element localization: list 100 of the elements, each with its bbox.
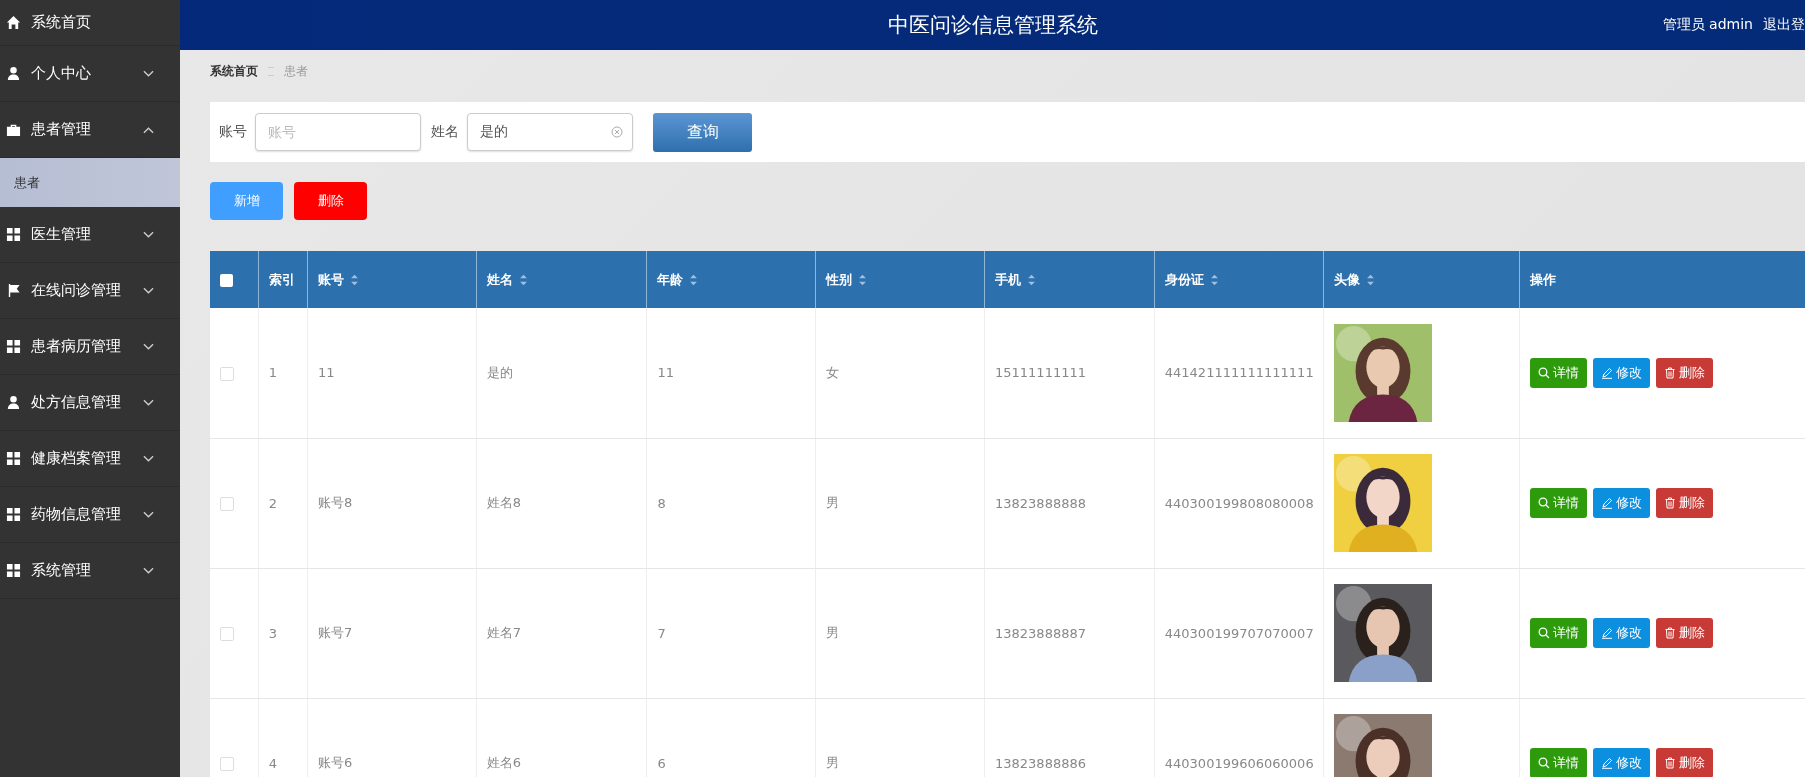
input-field[interactable]: 是的 — [467, 113, 633, 151]
delete-button[interactable]: 删除 — [1656, 488, 1714, 518]
grid-icon — [6, 563, 21, 578]
table-cell: 1 — [258, 308, 308, 438]
table-cell: 4 — [258, 698, 308, 777]
table-cell: 441421111111111111 — [1154, 308, 1324, 438]
column-header: 索引 — [258, 251, 308, 308]
sort-icon[interactable] — [1365, 273, 1375, 286]
search-icon — [1538, 366, 1551, 379]
select-all-checkbox[interactable] — [220, 274, 233, 287]
sort-icon[interactable] — [1209, 273, 1219, 286]
table-cell: 13823888887 — [984, 568, 1155, 698]
delete-button[interactable]: 删除 — [1656, 618, 1714, 648]
caret-down-icon — [143, 230, 154, 239]
sort-icon[interactable] — [858, 273, 868, 286]
flag-icon — [6, 283, 21, 298]
app-title: 中医问诊信息管理系统 — [886, 12, 1099, 39]
table-cell: 15111111111 — [984, 308, 1155, 438]
column-header: 操作 — [1519, 251, 1805, 308]
delete-button[interactable]: 删除 — [294, 182, 367, 220]
table-cell: 11 — [647, 308, 816, 438]
table-cell: 2 — [258, 438, 308, 568]
table-cell: 13823888888 — [984, 438, 1155, 568]
user-icon — [6, 395, 21, 410]
column-header[interactable]: 性别 — [815, 251, 985, 308]
caret-down-icon — [143, 398, 154, 407]
sidebar-subitem[interactable]: 患者 — [0, 158, 180, 207]
trash-icon — [1664, 627, 1677, 639]
column-header[interactable]: 年龄 — [647, 251, 816, 308]
search-icon — [1538, 627, 1551, 639]
table-cell: 11 — [307, 308, 477, 438]
caret-down-icon — [143, 69, 154, 78]
edit-button[interactable]: 修改 — [1593, 748, 1651, 777]
details-button[interactable]: 详情 — [1530, 618, 1588, 648]
sort-icon[interactable] — [1027, 273, 1036, 286]
details-button[interactable]: 详情 — [1530, 357, 1588, 388]
sort-icon[interactable] — [518, 273, 528, 286]
details-button[interactable]: 详情 — [1530, 748, 1588, 777]
table-cell: 姓名6 — [476, 698, 647, 777]
column-header[interactable]: 头像 — [1323, 251, 1520, 308]
field-label: 姓名 — [431, 123, 459, 141]
grid-icon — [6, 451, 21, 466]
sort-icon[interactable] — [689, 273, 699, 286]
search-button[interactable]: 查询 — [653, 112, 752, 152]
row-checkbox[interactable] — [220, 496, 234, 511]
table-cell: 3 — [258, 568, 308, 698]
table-cell: 账号8 — [307, 438, 477, 568]
input-field[interactable]: 账号 — [255, 113, 421, 151]
pencil-icon — [1601, 757, 1614, 769]
breadcrumb-separator — [268, 67, 274, 76]
edit-button[interactable]: 修改 — [1593, 357, 1651, 388]
grid-icon — [6, 507, 21, 522]
search-icon — [1538, 757, 1551, 769]
pencil-icon — [1601, 366, 1614, 379]
table-cell: 是的 — [476, 308, 647, 438]
table-cell: 男 — [815, 438, 985, 568]
user-label: 管理员 admin — [1662, 16, 1753, 34]
table-cell: 8 — [647, 438, 816, 568]
caret-down-icon — [143, 510, 154, 519]
details-button[interactable]: 详情 — [1530, 488, 1588, 518]
delete-button[interactable]: 删除 — [1656, 357, 1714, 388]
edit-button[interactable]: 修改 — [1593, 618, 1651, 648]
grid-icon — [6, 339, 21, 354]
home-icon — [6, 15, 21, 30]
field-label: 账号 — [219, 123, 247, 141]
trash-icon — [1664, 497, 1677, 509]
delete-button[interactable]: 删除 — [1656, 748, 1714, 777]
row-checkbox[interactable] — [220, 756, 234, 771]
caret-down-icon — [143, 566, 154, 575]
caret-down-icon — [143, 286, 154, 295]
edit-button[interactable]: 修改 — [1593, 488, 1651, 518]
clear-icon[interactable] — [611, 126, 623, 138]
column-header[interactable]: 账号 — [307, 251, 477, 308]
table-cell: 13823888886 — [984, 698, 1155, 777]
add-button[interactable]: 新增 — [210, 182, 283, 220]
table-cell: 账号6 — [307, 698, 477, 777]
table-cell: 男 — [815, 568, 985, 698]
breadcrumb-link[interactable]: 系统首页 — [210, 63, 258, 80]
table-cell: 账号7 — [307, 568, 477, 698]
table-cell: 7 — [647, 568, 816, 698]
table-cell: 440300199606060006 — [1154, 698, 1324, 777]
table-cell: 姓名8 — [476, 438, 647, 568]
table-cell: 姓名7 — [476, 568, 647, 698]
sort-icon[interactable] — [349, 273, 359, 286]
column-header[interactable]: 手机 — [984, 251, 1155, 308]
table-cell: 440300199707070007 — [1154, 568, 1324, 698]
logout-link[interactable]: 退出登 — [1763, 16, 1805, 34]
caret-down-icon — [143, 454, 154, 463]
row-checkbox[interactable] — [220, 366, 234, 381]
trash-icon — [1664, 757, 1677, 769]
pencil-icon — [1601, 627, 1614, 639]
table-cell: 男 — [815, 698, 985, 777]
grid-icon — [6, 227, 21, 242]
table-cell: 女 — [815, 308, 985, 438]
table-cell: 440300199808080008 — [1154, 438, 1324, 568]
search-icon — [1538, 497, 1551, 509]
caret-down-icon — [143, 342, 154, 351]
column-header[interactable]: 姓名 — [476, 251, 647, 308]
row-checkbox[interactable] — [220, 626, 234, 641]
column-header[interactable]: 身份证 — [1154, 251, 1324, 308]
